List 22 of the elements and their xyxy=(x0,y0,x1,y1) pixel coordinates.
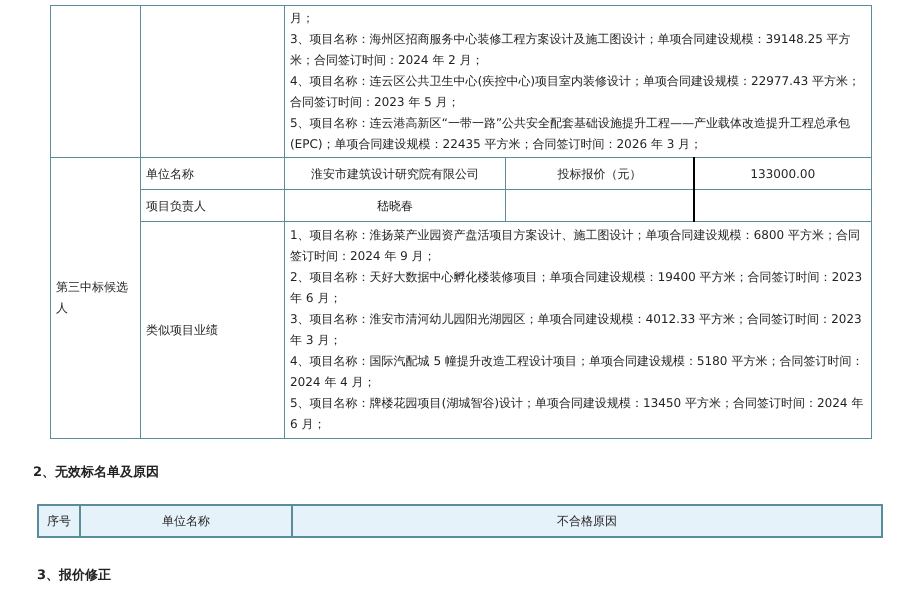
section-heading: 2、无效标名单及原因 xyxy=(32,464,160,482)
field-label: 项目负责人 xyxy=(146,198,206,212)
field-label: 单位名称 xyxy=(146,166,194,180)
field-value: 嵇晓春 xyxy=(377,198,413,212)
performance-entry: 4、项目名称：连云区公共卫生中心(疾控中心)项目室内装修设计；单项合同建设规模：22977.43 平方米；合同签订时间：2023 年 5 月； xyxy=(290,73,862,111)
performance-entry: 4、项目名称：国际汽配城 5 幢提升改造工程设计项目；单项合同建设规模：5180 平方米；合同签订时间：2024 年 4 月； xyxy=(290,353,864,391)
field-label: 投标报价（元） xyxy=(557,166,642,180)
column-header: 序号 xyxy=(38,504,80,536)
performance-entry: 5、项目名称：牌楼花园项目(湖城智谷)设计；单项合同建设规模：13450 平方米；合同签订时间：2024 年 6 月； xyxy=(290,395,864,433)
performance-entry: 月； xyxy=(290,10,315,27)
field-label: 类似项目业绩 xyxy=(146,323,218,337)
performance-entry: 5、项目名称：连云港高新区“一带一路”公共安全配套基础设施提升工程——产业载体改造提升工程总承包(EPC)；单项合同建设规模：22435 平方米；合同签订时间：2026 年 3 月； xyxy=(290,115,852,153)
performance-entry: 3、项目名称：海州区招商服务中心装修工程方案设计及施工图设计；单项合同建设规模：39148.25 平方米；合同签订时间：2024 年 2 月； xyxy=(290,31,852,69)
column-header: 单位名称 xyxy=(80,504,292,536)
column-header: 不合格原因 xyxy=(292,504,882,536)
field-value: 133000.00 xyxy=(750,166,816,180)
field-value: 淮安市建筑设计研究院有限公司 xyxy=(311,166,479,180)
performance-entry: 2、项目名称：天好大数据中心孵化楼装修项目；单项合同建设规模：19400 平方米；合同签订时间：2023 年 6 月； xyxy=(290,269,864,307)
performance-entry: 3、项目名称：淮安市清河幼儿园阳光湖园区；单项合同建设规模：4012.33 平方米；合同签订时间：2023 年 3 月； xyxy=(290,311,863,349)
candidate-label: 第三中标候选人 xyxy=(56,280,128,315)
performance-entry: 1、项目名称：淮扬菜产业园资产盘活项目方案设计、施工图设计；单项合同建设规模：6800 平方米；合同签订时间：2024 年 9 月； xyxy=(290,227,861,265)
section-heading: 3、报价修正 xyxy=(36,566,112,584)
